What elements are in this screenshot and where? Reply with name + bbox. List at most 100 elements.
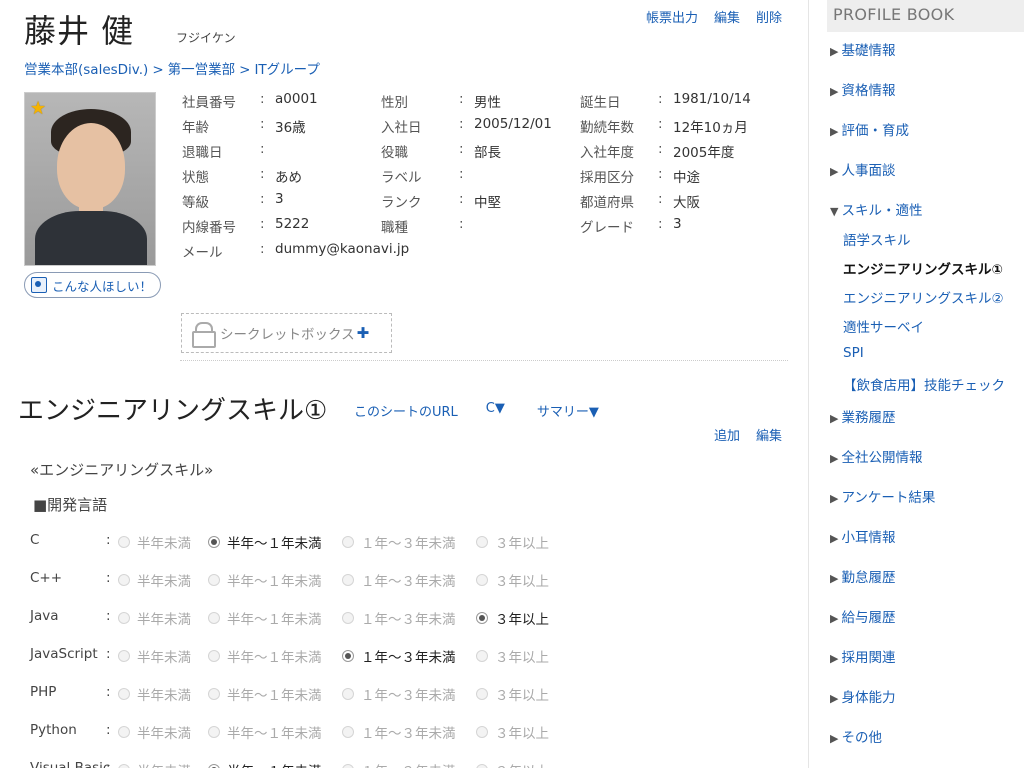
radio-button[interactable] [118, 764, 130, 768]
sidebar-item[interactable]: ▶ その他 [830, 726, 882, 746]
sidebar-item[interactable]: ▶ 評価・育成 [830, 119, 909, 139]
radio-button[interactable] [476, 612, 488, 624]
info-field: 都道府県: 大阪 [580, 191, 770, 216]
sidebar-subitem[interactable]: エンジニアリングスキル① [843, 258, 1003, 278]
radio-button[interactable] [342, 726, 354, 738]
sidebar-item[interactable]: ▶ アンケート結果 [830, 486, 935, 506]
skill-option[interactable]: 半年～１年未満 [208, 608, 322, 628]
sidebar-subitem[interactable]: 適性サーベイ [843, 316, 924, 336]
sidebar-item[interactable]: ▶ 小耳情報 [830, 526, 895, 546]
skill-option[interactable]: ３年以上 [476, 722, 549, 742]
radio-button[interactable] [342, 574, 354, 586]
radio-button[interactable] [118, 574, 130, 586]
skill-colon: : [106, 646, 111, 662]
add-record-link[interactable]: 追加 [714, 425, 740, 444]
skill-option[interactable]: １年～３年未満 [342, 570, 456, 590]
favorite-star-icon[interactable]: ★ [30, 98, 46, 119]
sidebar-subitem[interactable]: エンジニアリングスキル② [843, 287, 1004, 307]
sidebar-item[interactable]: ▼ スキル・適性 [830, 199, 922, 219]
skill-option[interactable]: 半年未満 [118, 760, 191, 768]
skill-option[interactable]: １年～３年未満 [342, 722, 456, 742]
radio-button[interactable] [476, 688, 488, 700]
radio-button[interactable] [476, 650, 488, 662]
radio-button[interactable] [476, 764, 488, 768]
radio-button[interactable] [208, 574, 220, 586]
breadcrumb-it-group[interactable]: ITグループ [254, 62, 319, 78]
radio-button[interactable] [118, 726, 130, 738]
skill-colon: : [106, 570, 111, 586]
radio-button[interactable] [118, 536, 130, 548]
profile-book-sidebar: PROFILE BOOK ▶ 基礎情報 ▶ 資格情報 ▶ 評価・育成 ▶ 人事面談 ▼ スキル・適… [808, 0, 1024, 768]
divider [180, 360, 788, 361]
info-label: 年齢 [182, 120, 209, 136]
skill-option[interactable]: 半年～１年未満 [208, 570, 322, 590]
radio-button[interactable] [118, 612, 130, 624]
summary-dropdown[interactable]: サマリー▼ [537, 401, 599, 420]
radio-button[interactable] [208, 726, 220, 738]
sidebar-item[interactable]: ▶ 給与履歴 [830, 606, 895, 626]
skill-option[interactable]: 半年～１年未満 [208, 684, 322, 704]
skill-option[interactable]: 半年～１年未満 [208, 646, 322, 666]
sidebar-item[interactable]: ▶ 採用関連 [830, 646, 895, 666]
skill-option[interactable]: １年～３年未満 [342, 608, 456, 628]
delete-profile-link[interactable]: 削除 [756, 7, 782, 26]
radio-button[interactable] [208, 688, 220, 700]
radio-button[interactable] [208, 612, 220, 624]
radio-button[interactable] [208, 536, 220, 548]
skill-option[interactable]: ３年以上 [476, 684, 549, 704]
info-colon: : [459, 116, 464, 132]
skill-option[interactable]: 半年～１年未満 [208, 760, 322, 768]
skill-option[interactable]: 半年～１年未満 [208, 532, 322, 552]
skill-option[interactable]: ３年以上 [476, 760, 549, 768]
sidebar-item[interactable]: ▶ 勤怠履歴 [830, 566, 895, 586]
skill-option[interactable]: １年～３年未満 [342, 684, 456, 704]
skill-option[interactable]: 半年未満 [118, 570, 191, 590]
skill-option[interactable]: 半年未満 [118, 722, 191, 742]
edit-profile-link[interactable]: 編集 [714, 7, 740, 26]
skill-option[interactable]: １年～３年未満 [342, 646, 456, 666]
email-link[interactable]: dummy@kaonavi.jp [275, 241, 409, 257]
print-report-link[interactable]: 帳票出力 [646, 7, 698, 26]
sidebar-item[interactable]: ▶ 人事面談 [830, 159, 895, 179]
sidebar-subitem[interactable]: SPI [843, 345, 864, 361]
sidebar-item[interactable]: ▶ 全社公開情報 [830, 446, 922, 466]
skill-option[interactable]: ３年以上 [476, 646, 549, 666]
sidebar-item[interactable]: ▶ 身体能力 [830, 686, 895, 706]
sidebar-item[interactable]: ▶ 業務履歴 [830, 406, 895, 426]
sidebar-item-label: 身体能力 [841, 690, 896, 706]
secret-box-button[interactable]: シークレットボックス ✚ [181, 313, 392, 353]
info-label: 性別 [381, 95, 408, 111]
radio-button[interactable] [208, 764, 220, 768]
radio-button[interactable] [342, 536, 354, 548]
breadcrumb-sales-division[interactable]: 営業本部(salesDiv.) [24, 62, 148, 78]
skill-option[interactable]: ３年以上 [476, 570, 549, 590]
radio-button[interactable] [118, 650, 130, 662]
radio-button[interactable] [342, 650, 354, 662]
language-dropdown[interactable]: C▼ [486, 401, 505, 420]
skill-option[interactable]: 半年未満 [118, 532, 191, 552]
sidebar-item[interactable]: ▶ 資格情報 [830, 79, 895, 99]
radio-button[interactable] [118, 688, 130, 700]
skill-option[interactable]: ３年以上 [476, 608, 549, 628]
sidebar-subitem[interactable]: 語学スキル [843, 229, 911, 249]
want-person-button[interactable]: こんな人ほしい！ [24, 272, 162, 298]
sidebar-item[interactable]: ▶ 基礎情報 [830, 39, 895, 59]
radio-button[interactable] [342, 764, 354, 768]
skill-option[interactable]: １年～３年未満 [342, 760, 456, 768]
radio-button[interactable] [208, 650, 220, 662]
skill-option[interactable]: １年～３年未満 [342, 532, 456, 552]
radio-button[interactable] [476, 536, 488, 548]
radio-button[interactable] [476, 574, 488, 586]
skill-option[interactable]: 半年～１年未満 [208, 722, 322, 742]
edit-sheet-link[interactable]: 編集 [756, 425, 782, 444]
sheet-url-link[interactable]: このシートのURL [354, 401, 458, 420]
skill-option[interactable]: 半年未満 [118, 646, 191, 666]
skill-option[interactable]: 半年未満 [118, 608, 191, 628]
sidebar-subitem[interactable]: 【飲食店用】技能チェック [843, 374, 1005, 394]
breadcrumb-first-sales[interactable]: 第一営業部 [168, 62, 236, 78]
radio-button[interactable] [476, 726, 488, 738]
skill-option[interactable]: 半年未満 [118, 684, 191, 704]
skill-option[interactable]: ３年以上 [476, 532, 549, 552]
radio-button[interactable] [342, 688, 354, 700]
radio-button[interactable] [342, 612, 354, 624]
